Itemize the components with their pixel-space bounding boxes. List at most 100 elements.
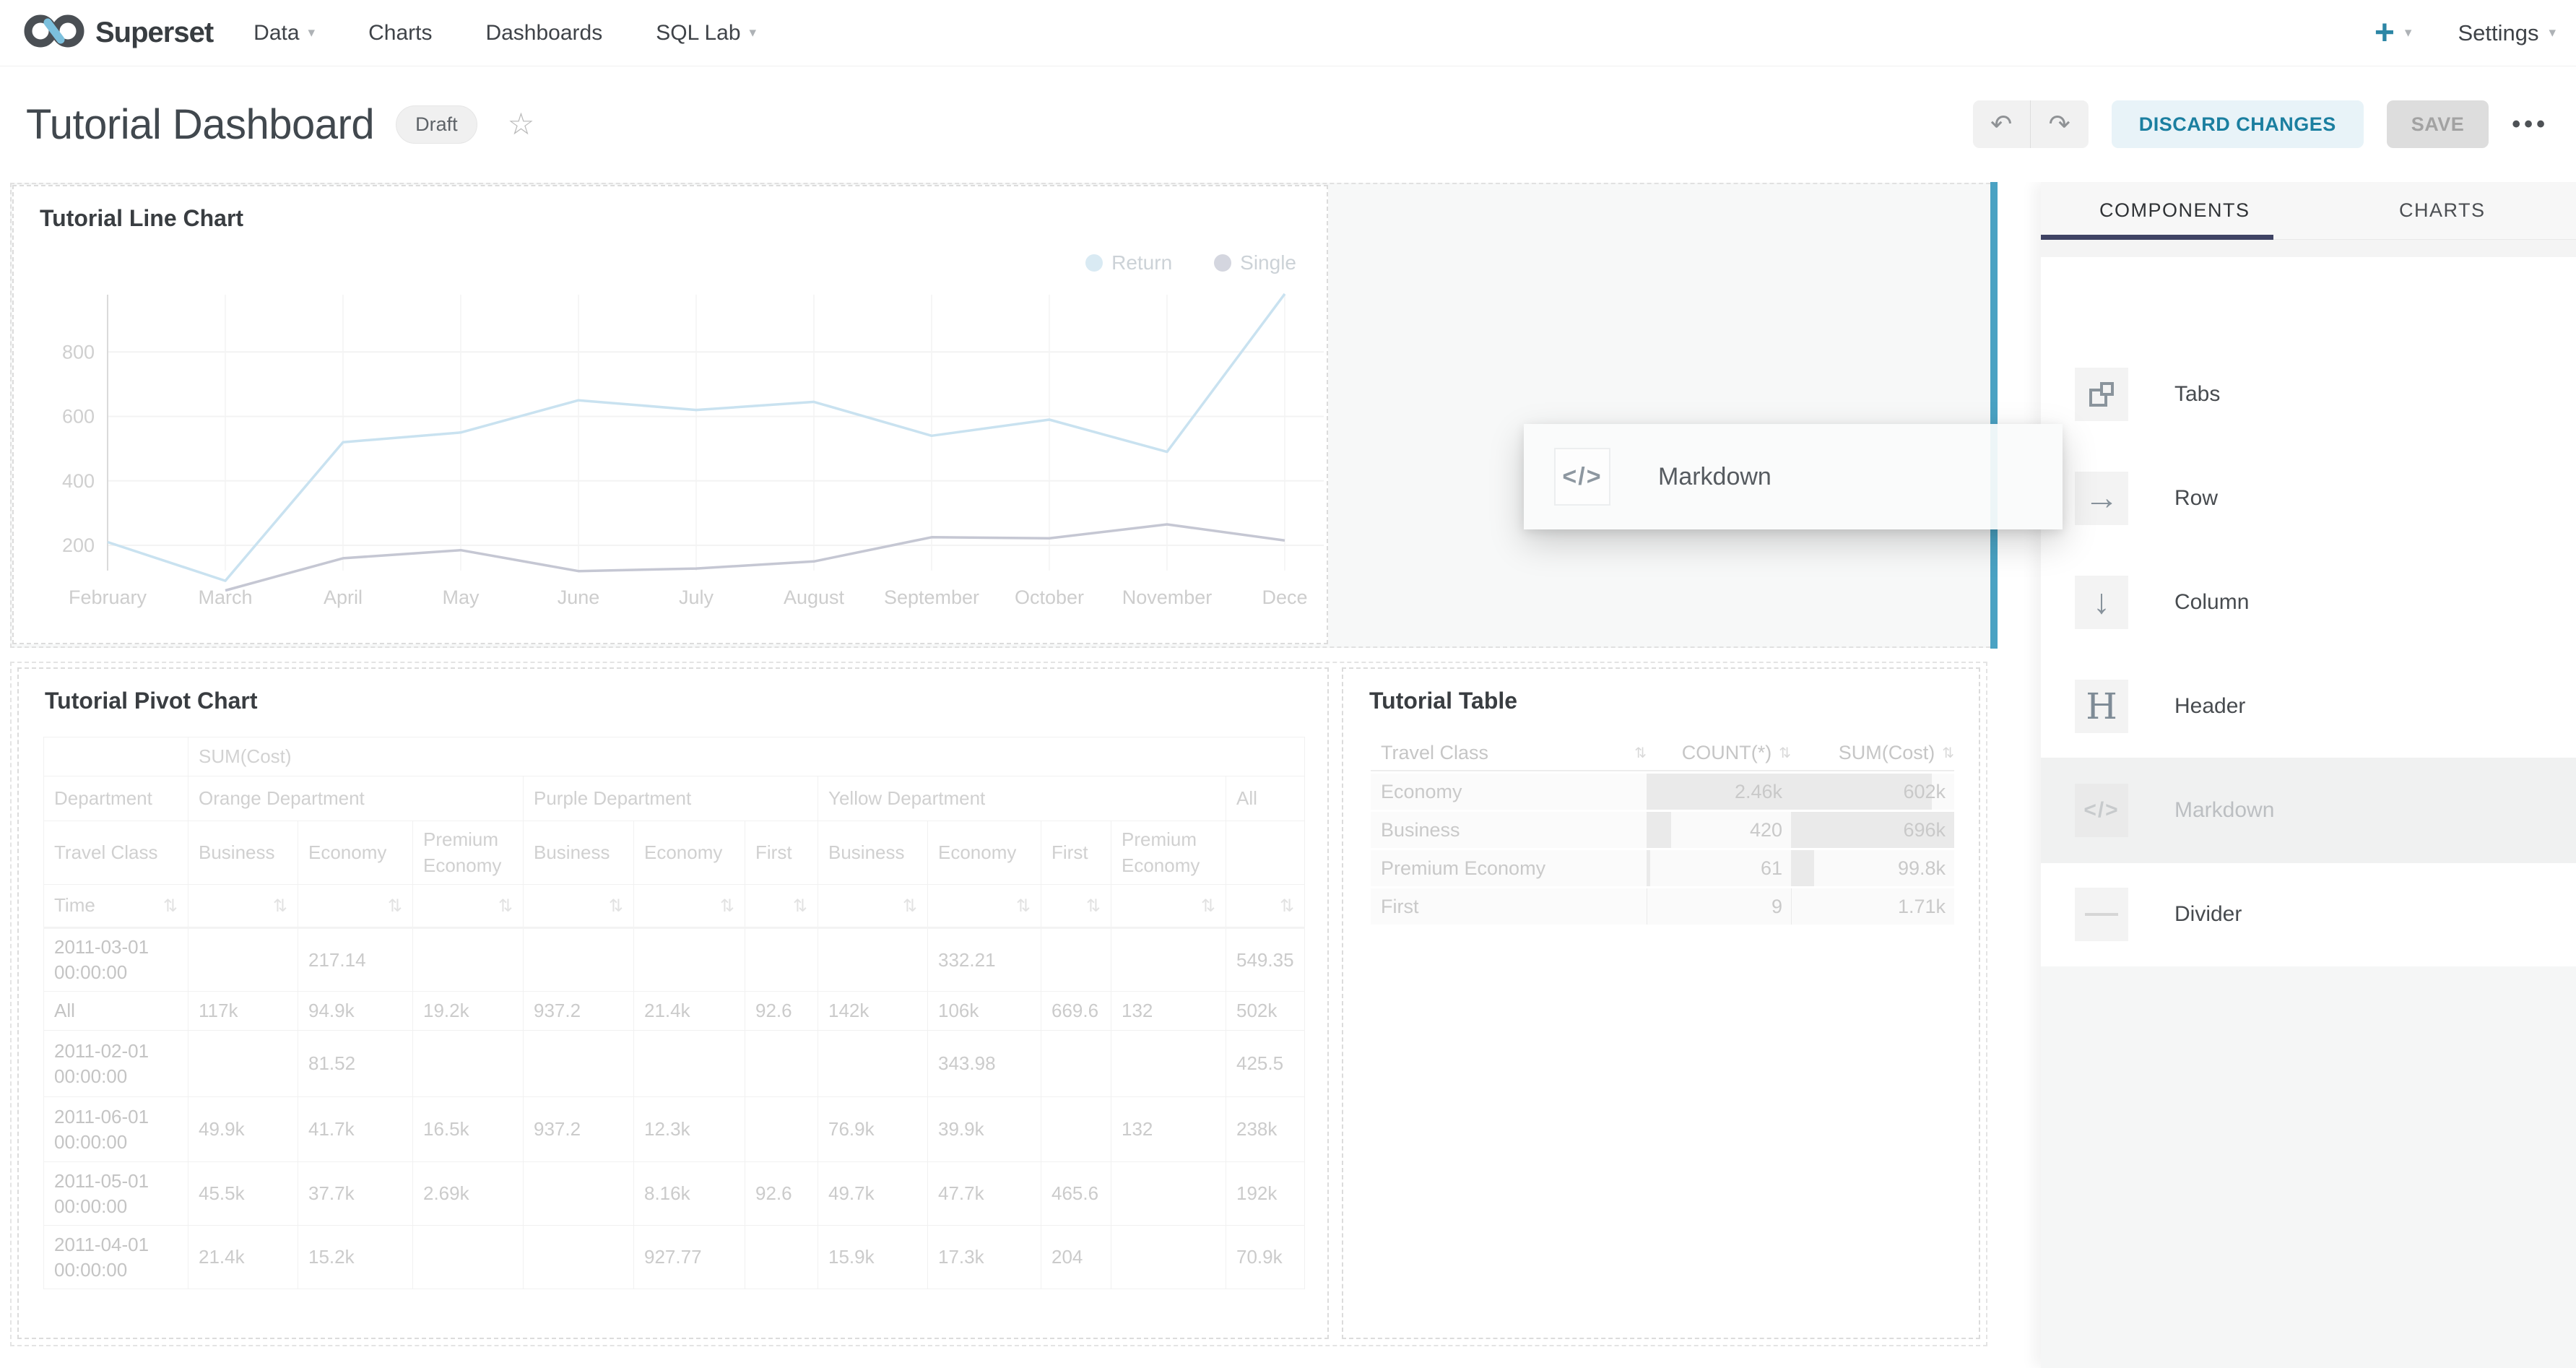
sort-icon[interactable]: ⇅ <box>793 896 807 917</box>
sort-icon[interactable]: ⇅ <box>273 896 287 917</box>
sort-icon[interactable]: ⇅ <box>1201 896 1215 917</box>
new-item-button[interactable]: + ▾ <box>2375 16 2412 51</box>
pivot-row-label: 2011-03-01 00:00:00 <box>44 928 188 992</box>
pivot-value-cell <box>413 1031 524 1097</box>
legend-item-single[interactable]: Single <box>1214 251 1296 274</box>
svg-text:200: 200 <box>62 534 95 556</box>
sort-icon[interactable]: ⇅ <box>163 896 178 917</box>
sort-icon[interactable]: ⇅ <box>720 896 734 917</box>
column-header-label: Travel Class <box>1381 742 1488 764</box>
pivot-sort-cell[interactable]: ⇅ <box>818 885 928 928</box>
pivot-value-cell: 332.21 <box>928 928 1041 992</box>
row-icon: → <box>2084 481 2119 516</box>
pivot-class-header: Business <box>524 821 634 885</box>
pivot-value-cell <box>818 1031 928 1097</box>
favorite-star-icon[interactable]: ☆ <box>508 109 535 139</box>
tab-charts[interactable]: CHARTS <box>2309 182 2576 239</box>
page-title[interactable]: Tutorial Dashboard <box>26 100 374 149</box>
sidebar-item-row[interactable]: →Row <box>2041 446 2576 551</box>
pivot-value-cell <box>1111 928 1226 992</box>
pivot-sort-cell[interactable]: ⇅ <box>413 885 524 928</box>
pivot-empty-header <box>1226 821 1305 885</box>
nav-item-sql-lab[interactable]: SQL Lab▾ <box>656 21 756 46</box>
superset-logo-icon <box>23 10 85 56</box>
discard-changes-button[interactable]: DISCARD CHANGES <box>2112 100 2364 148</box>
pivot-value-cell <box>745 1097 818 1162</box>
sidebar-item-markdown: </>Markdown <box>2041 758 2576 863</box>
nav-item-data[interactable]: Data▾ <box>253 21 315 46</box>
pivot-value-cell: 937.2 <box>524 1097 634 1162</box>
pivot-value-cell: 21.4k <box>634 992 745 1031</box>
nav-item-charts[interactable]: Charts <box>368 21 432 46</box>
sort-icon[interactable]: ⇅ <box>609 896 623 917</box>
status-badge: Draft <box>396 105 477 144</box>
sidebar-item-label: Tabs <box>2174 382 2220 407</box>
pivot-sort-cell[interactable]: Time⇅ <box>44 885 188 928</box>
pivot-chart-title: Tutorial Pivot Chart <box>45 688 258 714</box>
sort-icon[interactable]: ⇅ <box>903 896 917 917</box>
sort-icon[interactable]: ⇅ <box>498 896 513 917</box>
sidebar-item-header[interactable]: HHeader <box>2041 654 2576 759</box>
pivot-value-cell: 12.3k <box>634 1097 745 1162</box>
column-icon: ↓ <box>2093 585 2110 620</box>
nav-item-dashboards[interactable]: Dashboards <box>485 21 602 46</box>
more-menu-button[interactable]: ••• <box>2512 111 2549 139</box>
sort-icon[interactable]: ⇅ <box>388 896 402 917</box>
sort-icon[interactable]: ⇅ <box>1634 744 1647 762</box>
drop-indicator-line <box>1990 182 1998 649</box>
pivot-chart-card[interactable]: Tutorial Pivot Chart SUM(Cost)Department… <box>17 667 1329 1339</box>
table-row[interactable]: First91.71k <box>1371 888 1954 925</box>
pivot-row-label: 2011-04-01 00:00:00 <box>44 1226 188 1289</box>
column-header-travel-class[interactable]: Travel Class ⇅ <box>1371 742 1647 764</box>
table-cell-count: 2.46k <box>1647 774 1791 810</box>
tab-components[interactable]: COMPONENTS <box>2041 182 2309 239</box>
table-row[interactable]: Economy2.46k602k <box>1371 774 1954 810</box>
pivot-value-cell <box>1111 1162 1226 1226</box>
nav-item-label: Dashboards <box>485 21 602 46</box>
table-row[interactable]: Premium Economy6199.8k <box>1371 850 1954 886</box>
settings-menu[interactable]: Settings ▾ <box>2458 20 2556 46</box>
table-card[interactable]: Tutorial Table Travel Class⇅COUNT(*)⇅SUM… <box>1342 667 1980 1339</box>
pivot-sort-cell[interactable]: ⇅ <box>524 885 634 928</box>
pivot-sort-cell[interactable]: ⇅ <box>1111 885 1226 928</box>
sidebar-item-tabs[interactable]: Tabs <box>2041 342 2576 447</box>
pivot-sort-cell[interactable]: ⇅ <box>1226 885 1305 928</box>
legend-item-return[interactable]: Return <box>1085 251 1172 274</box>
sidebar-item-label: Divider <box>2174 902 2242 927</box>
column-header-count[interactable]: COUNT(*)⇅ <box>1647 742 1791 764</box>
line-chart-card[interactable]: 200400600800FebruaryMarchAprilMayJuneJul… <box>12 185 1328 644</box>
pivot-value-cell <box>1111 1226 1226 1289</box>
pivot-value-cell: 17.3k <box>928 1226 1041 1289</box>
pivot-value-cell: 76.9k <box>818 1097 928 1162</box>
pivot-sort-cell[interactable]: ⇅ <box>745 885 818 928</box>
pivot-value-cell <box>524 928 634 992</box>
redo-button[interactable]: ↷ <box>2031 100 2089 148</box>
sort-icon[interactable]: ⇅ <box>1280 896 1294 917</box>
superset-logo[interactable]: Superset <box>23 10 213 56</box>
pivot-sort-cell[interactable]: ⇅ <box>928 885 1041 928</box>
dragged-markdown-card[interactable]: </> Markdown <box>1524 424 2063 529</box>
sidebar-item-column[interactable]: ↓Column <box>2041 550 2576 655</box>
pivot-sort-cell[interactable]: ⇅ <box>1041 885 1111 928</box>
pivot-row-label: 2011-02-01 00:00:00 <box>44 1031 188 1097</box>
save-button[interactable]: SAVE <box>2387 100 2489 148</box>
column-header-sum[interactable]: SUM(Cost)⇅ <box>1791 742 1954 764</box>
pivot-value-cell <box>818 928 928 992</box>
pivot-sort-cell[interactable]: ⇅ <box>188 885 298 928</box>
sort-icon[interactable]: ⇅ <box>1016 896 1031 917</box>
undo-button[interactable]: ↶ <box>1973 100 2031 148</box>
sidebar-item-divider[interactable]: Divider <box>2041 862 2576 967</box>
pivot-sort-cell[interactable]: ⇅ <box>634 885 745 928</box>
table-cell-sum: 1.71k <box>1791 888 1954 925</box>
pivot-sort-cell[interactable]: ⇅ <box>298 885 413 928</box>
pivot-rowdim-header: Travel Class <box>44 821 188 885</box>
pivot-value-cell <box>745 928 818 992</box>
sort-icon[interactable]: ⇅ <box>1779 744 1791 762</box>
table-row[interactable]: Business420696k <box>1371 812 1954 848</box>
svg-text:April: April <box>324 586 363 608</box>
pivot-value-cell: 45.5k <box>188 1162 298 1226</box>
svg-text:August: August <box>784 586 845 608</box>
sort-icon[interactable]: ⇅ <box>1942 744 1954 762</box>
pivot-value-cell: 39.9k <box>928 1097 1041 1162</box>
sort-icon[interactable]: ⇅ <box>1086 896 1101 917</box>
